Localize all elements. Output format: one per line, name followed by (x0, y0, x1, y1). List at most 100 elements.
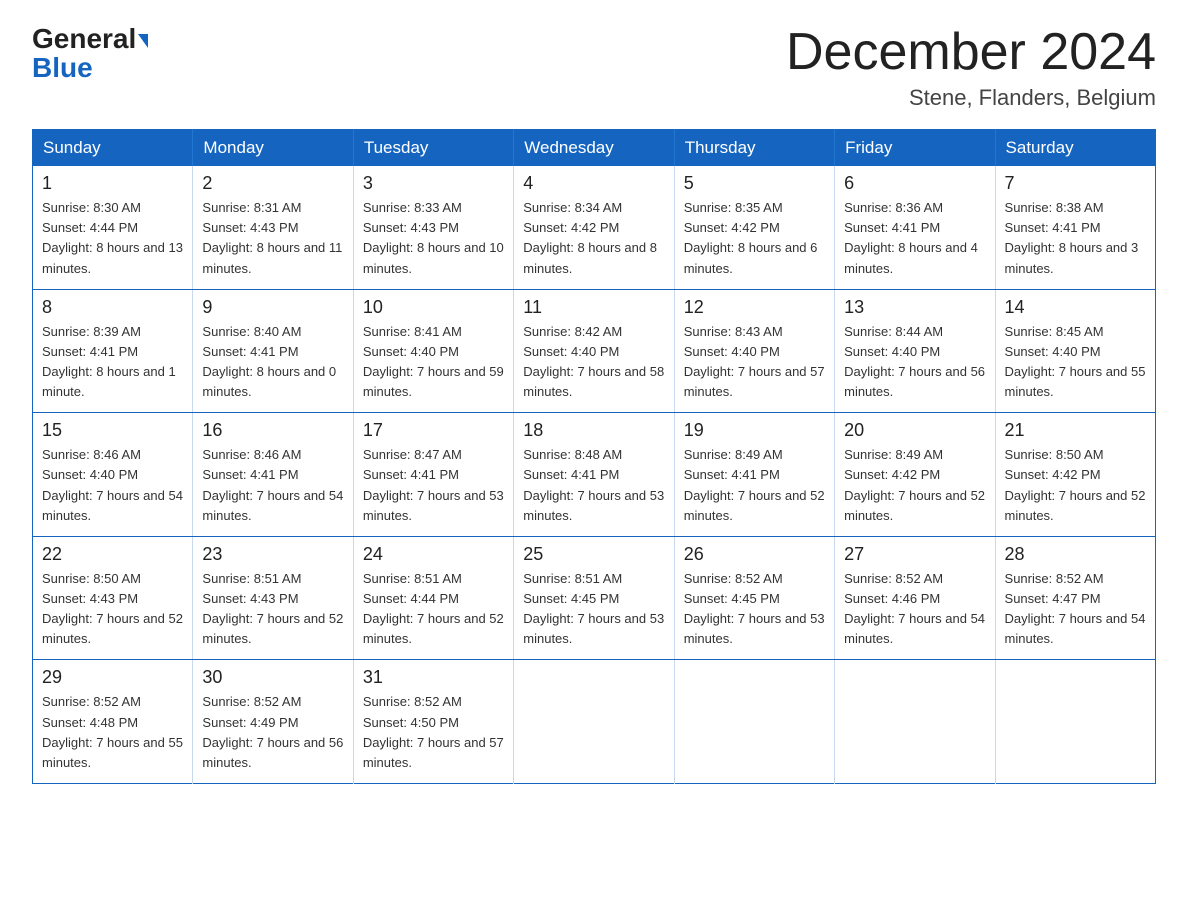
day-info: Sunrise: 8:42 AMSunset: 4:40 PMDaylight:… (523, 322, 664, 403)
col-sunday: Sunday (33, 130, 193, 167)
table-row: 1 Sunrise: 8:30 AMSunset: 4:44 PMDayligh… (33, 166, 193, 289)
day-info: Sunrise: 8:47 AMSunset: 4:41 PMDaylight:… (363, 445, 504, 526)
table-row: 7 Sunrise: 8:38 AMSunset: 4:41 PMDayligh… (995, 166, 1155, 289)
day-number: 2 (202, 173, 343, 194)
day-number: 12 (684, 297, 825, 318)
day-info: Sunrise: 8:50 AMSunset: 4:42 PMDaylight:… (1005, 445, 1146, 526)
day-info: Sunrise: 8:49 AMSunset: 4:41 PMDaylight:… (684, 445, 825, 526)
day-info: Sunrise: 8:52 AMSunset: 4:48 PMDaylight:… (42, 692, 183, 773)
day-number: 25 (523, 544, 664, 565)
day-number: 7 (1005, 173, 1146, 194)
table-row: 23 Sunrise: 8:51 AMSunset: 4:43 PMDaylig… (193, 536, 353, 660)
day-info: Sunrise: 8:43 AMSunset: 4:40 PMDaylight:… (684, 322, 825, 403)
day-number: 11 (523, 297, 664, 318)
day-number: 28 (1005, 544, 1146, 565)
day-number: 6 (844, 173, 985, 194)
day-number: 20 (844, 420, 985, 441)
day-info: Sunrise: 8:31 AMSunset: 4:43 PMDaylight:… (202, 198, 343, 279)
day-info: Sunrise: 8:30 AMSunset: 4:44 PMDaylight:… (42, 198, 183, 279)
table-row: 10 Sunrise: 8:41 AMSunset: 4:40 PMDaylig… (353, 289, 513, 413)
col-tuesday: Tuesday (353, 130, 513, 167)
col-monday: Monday (193, 130, 353, 167)
logo-line1: General (32, 24, 148, 55)
day-info: Sunrise: 8:36 AMSunset: 4:41 PMDaylight:… (844, 198, 985, 279)
day-number: 10 (363, 297, 504, 318)
table-row: 3 Sunrise: 8:33 AMSunset: 4:43 PMDayligh… (353, 166, 513, 289)
day-number: 26 (684, 544, 825, 565)
day-number: 5 (684, 173, 825, 194)
day-info: Sunrise: 8:48 AMSunset: 4:41 PMDaylight:… (523, 445, 664, 526)
table-row: 27 Sunrise: 8:52 AMSunset: 4:46 PMDaylig… (835, 536, 995, 660)
day-number: 30 (202, 667, 343, 688)
table-row: 28 Sunrise: 8:52 AMSunset: 4:47 PMDaylig… (995, 536, 1155, 660)
table-row: 8 Sunrise: 8:39 AMSunset: 4:41 PMDayligh… (33, 289, 193, 413)
day-number: 29 (42, 667, 183, 688)
table-row: 22 Sunrise: 8:50 AMSunset: 4:43 PMDaylig… (33, 536, 193, 660)
table-row: 12 Sunrise: 8:43 AMSunset: 4:40 PMDaylig… (674, 289, 834, 413)
logo-triangle-icon (138, 34, 148, 48)
day-info: Sunrise: 8:34 AMSunset: 4:42 PMDaylight:… (523, 198, 664, 279)
day-number: 17 (363, 420, 504, 441)
day-number: 19 (684, 420, 825, 441)
day-info: Sunrise: 8:46 AMSunset: 4:40 PMDaylight:… (42, 445, 183, 526)
location-subtitle: Stene, Flanders, Belgium (786, 85, 1156, 111)
table-row: 17 Sunrise: 8:47 AMSunset: 4:41 PMDaylig… (353, 413, 513, 537)
col-thursday: Thursday (674, 130, 834, 167)
day-number: 24 (363, 544, 504, 565)
calendar-table: Sunday Monday Tuesday Wednesday Thursday… (32, 129, 1156, 784)
table-row (514, 660, 674, 784)
day-info: Sunrise: 8:46 AMSunset: 4:41 PMDaylight:… (202, 445, 343, 526)
day-info: Sunrise: 8:50 AMSunset: 4:43 PMDaylight:… (42, 569, 183, 650)
table-row: 11 Sunrise: 8:42 AMSunset: 4:40 PMDaylig… (514, 289, 674, 413)
table-row: 6 Sunrise: 8:36 AMSunset: 4:41 PMDayligh… (835, 166, 995, 289)
day-info: Sunrise: 8:51 AMSunset: 4:45 PMDaylight:… (523, 569, 664, 650)
day-info: Sunrise: 8:52 AMSunset: 4:49 PMDaylight:… (202, 692, 343, 773)
title-area: December 2024 Stene, Flanders, Belgium (786, 24, 1156, 111)
day-info: Sunrise: 8:44 AMSunset: 4:40 PMDaylight:… (844, 322, 985, 403)
day-info: Sunrise: 8:52 AMSunset: 4:50 PMDaylight:… (363, 692, 504, 773)
table-row: 18 Sunrise: 8:48 AMSunset: 4:41 PMDaylig… (514, 413, 674, 537)
table-row: 5 Sunrise: 8:35 AMSunset: 4:42 PMDayligh… (674, 166, 834, 289)
day-info: Sunrise: 8:40 AMSunset: 4:41 PMDaylight:… (202, 322, 343, 403)
col-wednesday: Wednesday (514, 130, 674, 167)
day-info: Sunrise: 8:41 AMSunset: 4:40 PMDaylight:… (363, 322, 504, 403)
day-info: Sunrise: 8:51 AMSunset: 4:44 PMDaylight:… (363, 569, 504, 650)
day-info: Sunrise: 8:52 AMSunset: 4:47 PMDaylight:… (1005, 569, 1146, 650)
table-row (995, 660, 1155, 784)
day-number: 21 (1005, 420, 1146, 441)
table-row: 14 Sunrise: 8:45 AMSunset: 4:40 PMDaylig… (995, 289, 1155, 413)
day-number: 15 (42, 420, 183, 441)
table-row: 2 Sunrise: 8:31 AMSunset: 4:43 PMDayligh… (193, 166, 353, 289)
table-row: 25 Sunrise: 8:51 AMSunset: 4:45 PMDaylig… (514, 536, 674, 660)
calendar-week-row: 15 Sunrise: 8:46 AMSunset: 4:40 PMDaylig… (33, 413, 1156, 537)
table-row: 20 Sunrise: 8:49 AMSunset: 4:42 PMDaylig… (835, 413, 995, 537)
table-row: 24 Sunrise: 8:51 AMSunset: 4:44 PMDaylig… (353, 536, 513, 660)
table-row: 4 Sunrise: 8:34 AMSunset: 4:42 PMDayligh… (514, 166, 674, 289)
day-number: 23 (202, 544, 343, 565)
calendar-week-row: 22 Sunrise: 8:50 AMSunset: 4:43 PMDaylig… (33, 536, 1156, 660)
day-number: 31 (363, 667, 504, 688)
table-row: 29 Sunrise: 8:52 AMSunset: 4:48 PMDaylig… (33, 660, 193, 784)
day-info: Sunrise: 8:51 AMSunset: 4:43 PMDaylight:… (202, 569, 343, 650)
table-row: 31 Sunrise: 8:52 AMSunset: 4:50 PMDaylig… (353, 660, 513, 784)
day-number: 13 (844, 297, 985, 318)
day-number: 18 (523, 420, 664, 441)
day-info: Sunrise: 8:52 AMSunset: 4:46 PMDaylight:… (844, 569, 985, 650)
table-row: 9 Sunrise: 8:40 AMSunset: 4:41 PMDayligh… (193, 289, 353, 413)
calendar-header-row: Sunday Monday Tuesday Wednesday Thursday… (33, 130, 1156, 167)
table-row: 21 Sunrise: 8:50 AMSunset: 4:42 PMDaylig… (995, 413, 1155, 537)
logo: General Blue (32, 24, 148, 84)
header: General Blue December 2024 Stene, Flande… (32, 24, 1156, 111)
day-info: Sunrise: 8:45 AMSunset: 4:40 PMDaylight:… (1005, 322, 1146, 403)
table-row: 19 Sunrise: 8:49 AMSunset: 4:41 PMDaylig… (674, 413, 834, 537)
day-number: 27 (844, 544, 985, 565)
day-info: Sunrise: 8:33 AMSunset: 4:43 PMDaylight:… (363, 198, 504, 279)
day-number: 16 (202, 420, 343, 441)
table-row: 13 Sunrise: 8:44 AMSunset: 4:40 PMDaylig… (835, 289, 995, 413)
col-saturday: Saturday (995, 130, 1155, 167)
day-number: 14 (1005, 297, 1146, 318)
table-row (835, 660, 995, 784)
day-info: Sunrise: 8:38 AMSunset: 4:41 PMDaylight:… (1005, 198, 1146, 279)
table-row (674, 660, 834, 784)
day-info: Sunrise: 8:52 AMSunset: 4:45 PMDaylight:… (684, 569, 825, 650)
